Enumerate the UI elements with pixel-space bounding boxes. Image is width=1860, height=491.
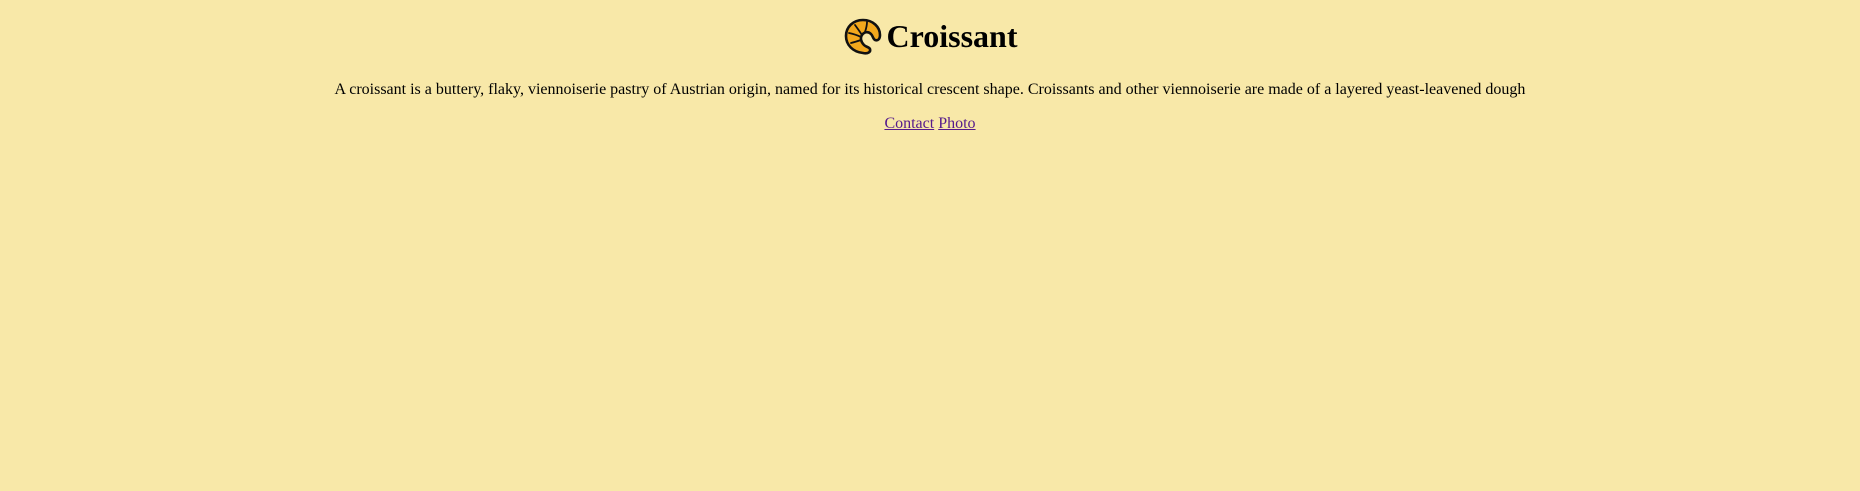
links-row: Contact Photo bbox=[0, 114, 1860, 134]
photo-link[interactable]: Photo bbox=[938, 115, 975, 132]
croissant-icon bbox=[843, 16, 883, 56]
page-title: Croissant bbox=[886, 18, 1018, 54]
header: Croissant bbox=[843, 14, 1018, 58]
contact-link[interactable]: Contact bbox=[884, 115, 934, 132]
page-container: Croissant A croissant is a buttery, flak… bbox=[0, 0, 1860, 491]
description-text: A croissant is a buttery, flaky, viennoi… bbox=[334, 81, 1526, 98]
